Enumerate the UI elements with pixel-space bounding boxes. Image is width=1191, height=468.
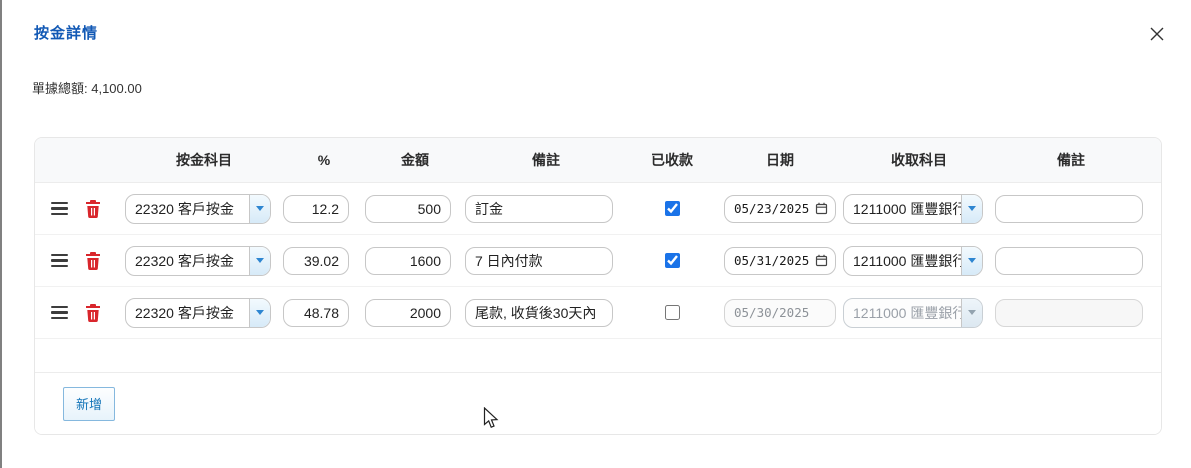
amount-input[interactable]	[365, 299, 451, 327]
header-amount: 金額	[365, 150, 465, 170]
amount-input[interactable]	[365, 247, 451, 275]
header-account: 按金科目	[125, 150, 283, 170]
collect-account-select[interactable]: 1211000 匯豐銀行	[843, 246, 983, 276]
calendar-icon[interactable]	[815, 202, 828, 215]
received-checkbox[interactable]	[665, 305, 680, 320]
drag-handle-icon[interactable]	[49, 198, 70, 220]
add-row-button[interactable]: 新增	[63, 387, 115, 421]
header-date: 日期	[717, 150, 843, 170]
collect-account-select: 1211000 匯豐銀行	[843, 298, 983, 328]
date-input[interactable]: 05/31/2025	[724, 247, 836, 275]
header-percent: %	[283, 152, 365, 168]
empty-row-area	[35, 339, 1161, 373]
drag-handle-icon[interactable]	[49, 250, 70, 272]
header-remark2: 備註	[995, 150, 1147, 170]
chevron-down-icon[interactable]	[249, 247, 270, 275]
table-row: 22320 客戶按金 05/23/2025 1211000 匯豐銀行	[35, 183, 1161, 235]
remark-input[interactable]	[465, 299, 613, 327]
delete-row-button[interactable]	[85, 200, 101, 218]
received-checkbox[interactable]	[665, 201, 680, 216]
collect-account-select[interactable]: 1211000 匯豐銀行	[843, 194, 983, 224]
header-collect-account: 收取科目	[843, 150, 995, 170]
remark2-input[interactable]	[995, 247, 1143, 275]
deposit-table: 按金科目 % 金額 備註 已收款 日期 收取科目 備註 22320 客戶按金 0…	[34, 137, 1162, 435]
header-remark: 備註	[465, 150, 627, 170]
page-title: 按金詳情	[34, 22, 98, 43]
table-header: 按金科目 % 金額 備註 已收款 日期 收取科目 備註	[35, 138, 1161, 183]
received-checkbox[interactable]	[665, 253, 680, 268]
remark-input[interactable]	[465, 195, 613, 223]
percent-input[interactable]	[283, 247, 349, 275]
table-row: 22320 客戶按金 05/31/2025 1211000 匯豐銀行	[35, 235, 1161, 287]
chevron-down-icon[interactable]	[249, 195, 270, 223]
chevron-down-icon[interactable]	[961, 247, 982, 275]
chevron-down-icon[interactable]	[249, 299, 270, 327]
delete-row-button[interactable]	[85, 304, 101, 322]
delete-row-button[interactable]	[85, 252, 101, 270]
document-total: 單據總額: 4,100.00	[32, 78, 142, 97]
percent-input[interactable]	[283, 195, 349, 223]
remark-input[interactable]	[465, 247, 613, 275]
drag-handle-icon[interactable]	[49, 302, 70, 324]
percent-input[interactable]	[283, 299, 349, 327]
remark2-input[interactable]	[995, 195, 1143, 223]
deposit-account-select[interactable]: 22320 客戶按金	[125, 194, 271, 224]
chevron-down-icon	[961, 299, 982, 327]
deposit-account-select[interactable]: 22320 客戶按金	[125, 246, 271, 276]
calendar-icon[interactable]	[815, 254, 828, 267]
table-row: 22320 客戶按金 05/30/2025 1211000 匯豐銀行	[35, 287, 1161, 339]
header-received: 已收款	[627, 150, 717, 170]
chevron-down-icon[interactable]	[961, 195, 982, 223]
table-footer: 新增	[35, 373, 1161, 434]
date-input[interactable]: 05/23/2025	[724, 195, 836, 223]
deposit-account-select[interactable]: 22320 客戶按金	[125, 298, 271, 328]
amount-input[interactable]	[365, 195, 451, 223]
remark2-input	[995, 299, 1143, 327]
close-icon[interactable]	[1149, 26, 1165, 42]
date-input: 05/30/2025	[724, 299, 836, 327]
